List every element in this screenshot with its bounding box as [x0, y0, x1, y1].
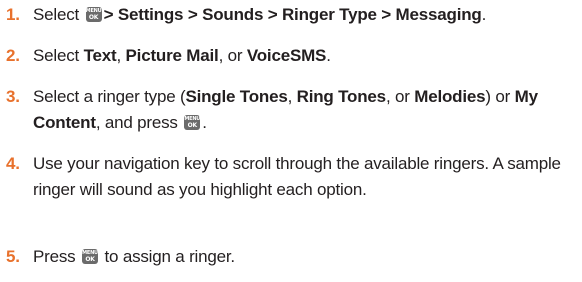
step-number: 2. — [6, 46, 20, 65]
step-number: 4. — [6, 154, 20, 173]
step-text: Select — [33, 5, 80, 24]
menu-ok-key-icon: MENU OK — [184, 115, 201, 130]
step-4: 4. Use your navigation key to scroll thr… — [0, 151, 582, 203]
step-number: 1. — [6, 5, 20, 24]
instruction-steps: 1. Select MENU OK > Settings > Sounds > Ri… — [0, 0, 582, 282]
step-number: 5. — [6, 247, 20, 266]
step-text: Use your navigation key to scroll throug… — [33, 154, 561, 199]
step-3: 3. Select a ringer type (Single Tones, R… — [0, 84, 582, 136]
step-5: 5. Press MENU OK to assign a ringer. — [0, 244, 582, 270]
option-ring-tones: Ring Tones — [296, 87, 386, 106]
option-single-tones: Single Tones — [185, 87, 288, 106]
menu-ok-key-icon: MENU OK — [82, 249, 98, 264]
option-picture-mail: Picture Mail — [125, 46, 219, 65]
step-2: 2. Select Text, Picture Mail, or VoiceSM… — [0, 43, 582, 69]
menu-path: > Settings > Sounds > Ringer Type > Mess… — [103, 5, 482, 24]
option-text: Text — [83, 46, 117, 65]
menu-ok-key-icon: MENU OK — [85, 7, 102, 22]
option-voicesms: VoiceSMS — [246, 46, 327, 65]
step-number: 3. — [6, 87, 20, 106]
step-1: 1. Select MENU OK > Settings > Sounds > Ri… — [0, 2, 582, 28]
option-melodies: Melodies — [414, 87, 486, 106]
